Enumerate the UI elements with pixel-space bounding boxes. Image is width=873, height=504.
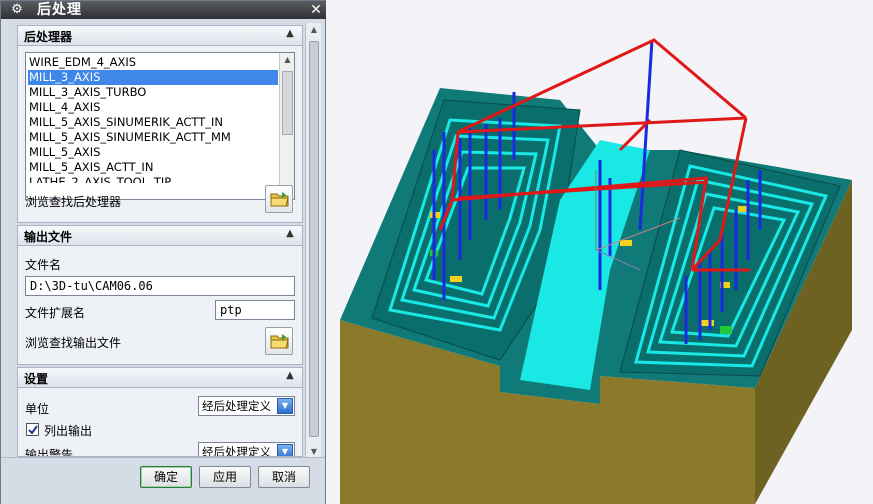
apply-button[interactable]: 应用 xyxy=(199,466,251,488)
list-item[interactable]: MILL_5_AXIS_ACTT_IN xyxy=(28,160,278,175)
output-warning-value: 经后处理定义 xyxy=(202,445,271,457)
output-warning-label: 输出警告 xyxy=(25,448,74,457)
dialog-titlebar[interactable]: ⚙ 后处理 ✕ xyxy=(1,1,327,19)
extension-label: 文件扩展名 xyxy=(25,306,86,320)
unit-select[interactable]: 经后处理定义 ▼ xyxy=(198,396,295,416)
toolpath-3d-model[interactable] xyxy=(326,0,873,504)
postprocessor-list[interactable]: WIRE_EDM_4_AXIS MILL_3_AXIS MILL_3_AXIS_… xyxy=(25,52,295,200)
list-item[interactable]: WIRE_EDM_4_AXIS xyxy=(28,55,278,70)
postprocessor-panel-header[interactable]: 后处理器 ▲ xyxy=(18,26,302,46)
dialog-title: 后处理 xyxy=(37,2,82,18)
folder-icon xyxy=(270,334,289,349)
extension-input[interactable]: ptp xyxy=(215,300,295,320)
dialog-footer: 确定 应用 取消 xyxy=(1,457,325,504)
list-item[interactable]: MILL_5_AXIS xyxy=(28,145,278,160)
close-icon[interactable]: ✕ xyxy=(307,1,325,19)
chevron-down-icon[interactable]: ▼ xyxy=(277,398,293,414)
browse-postprocessor-button[interactable] xyxy=(265,185,293,213)
list-scrollbar[interactable]: ▲ ▼ xyxy=(279,53,294,199)
chevron-down-icon[interactable]: ▼ xyxy=(277,444,293,456)
postprocess-dialog: ⚙ 后处理 ✕ 后处理器 ▲ WIRE_EDM_4_AXIS MILL_3_AX… xyxy=(0,0,327,504)
cancel-button[interactable]: 取消 xyxy=(258,466,310,488)
ok-button[interactable]: 确定 xyxy=(140,466,192,488)
list-item[interactable]: MILL_4_AXIS xyxy=(28,100,278,115)
scroll-up-icon[interactable]: ▲ xyxy=(280,53,294,67)
panel-title: 设置 xyxy=(24,372,49,386)
settings-panel: 设置 ▲ 单位 经后处理定义 ▼ 列出输出 输出警告 经后处理定义 ▼ xyxy=(17,367,303,457)
filename-input[interactable]: D:\3D-tu\CAM06.06 xyxy=(25,276,295,296)
unit-label: 单位 xyxy=(25,402,50,416)
panel-title: 输出文件 xyxy=(24,230,73,244)
chevron-up-icon[interactable]: ▲ xyxy=(284,28,296,40)
checkmark-icon xyxy=(28,425,38,435)
browse-postprocessor-label: 浏览查找后处理器 xyxy=(25,195,122,209)
browse-output-label: 浏览查找输出文件 xyxy=(25,336,122,350)
graphics-viewport[interactable] xyxy=(326,0,873,504)
output-file-panel: 输出文件 ▲ 文件名 D:\3D-tu\CAM06.06 文件扩展名 ptp 浏… xyxy=(17,225,303,365)
list-item[interactable]: MILL_5_AXIS_SINUMERIK_ACTT_IN xyxy=(28,115,278,130)
scroll-up-icon[interactable]: ▲ xyxy=(306,23,322,37)
gear-icon[interactable]: ⚙ xyxy=(9,2,25,18)
list-item[interactable]: MILL_3_AXIS_TURBO xyxy=(28,85,278,100)
output-warning-select[interactable]: 经后处理定义 ▼ xyxy=(198,442,295,457)
list-output-checkbox[interactable] xyxy=(26,423,39,436)
scroll-thumb[interactable] xyxy=(282,71,293,135)
filename-label: 文件名 xyxy=(25,258,62,272)
chevron-up-icon[interactable]: ▲ xyxy=(284,370,296,382)
list-item-selected[interactable]: MILL_3_AXIS xyxy=(28,70,278,85)
folder-icon xyxy=(270,192,289,207)
postprocessor-panel: 后处理器 ▲ WIRE_EDM_4_AXIS MILL_3_AXIS MILL_… xyxy=(17,25,303,223)
browse-output-button[interactable] xyxy=(265,327,293,355)
scroll-thumb[interactable] xyxy=(309,41,319,437)
panel-title: 后处理器 xyxy=(24,30,73,44)
list-item-partial[interactable]: LATHE_2_AXIS_TOOL_TIP xyxy=(28,175,278,183)
chevron-up-icon[interactable]: ▲ xyxy=(284,228,296,240)
list-item[interactable]: MILL_5_AXIS_SINUMERIK_ACTT_MM xyxy=(28,130,278,145)
settings-panel-header[interactable]: 设置 ▲ xyxy=(18,368,302,388)
output-file-panel-header[interactable]: 输出文件 ▲ xyxy=(18,226,302,246)
dialog-scrollbar[interactable]: ▲ ▼ xyxy=(305,23,321,459)
unit-select-value: 经后处理定义 xyxy=(202,399,271,413)
list-output-label: 列出输出 xyxy=(44,424,93,438)
